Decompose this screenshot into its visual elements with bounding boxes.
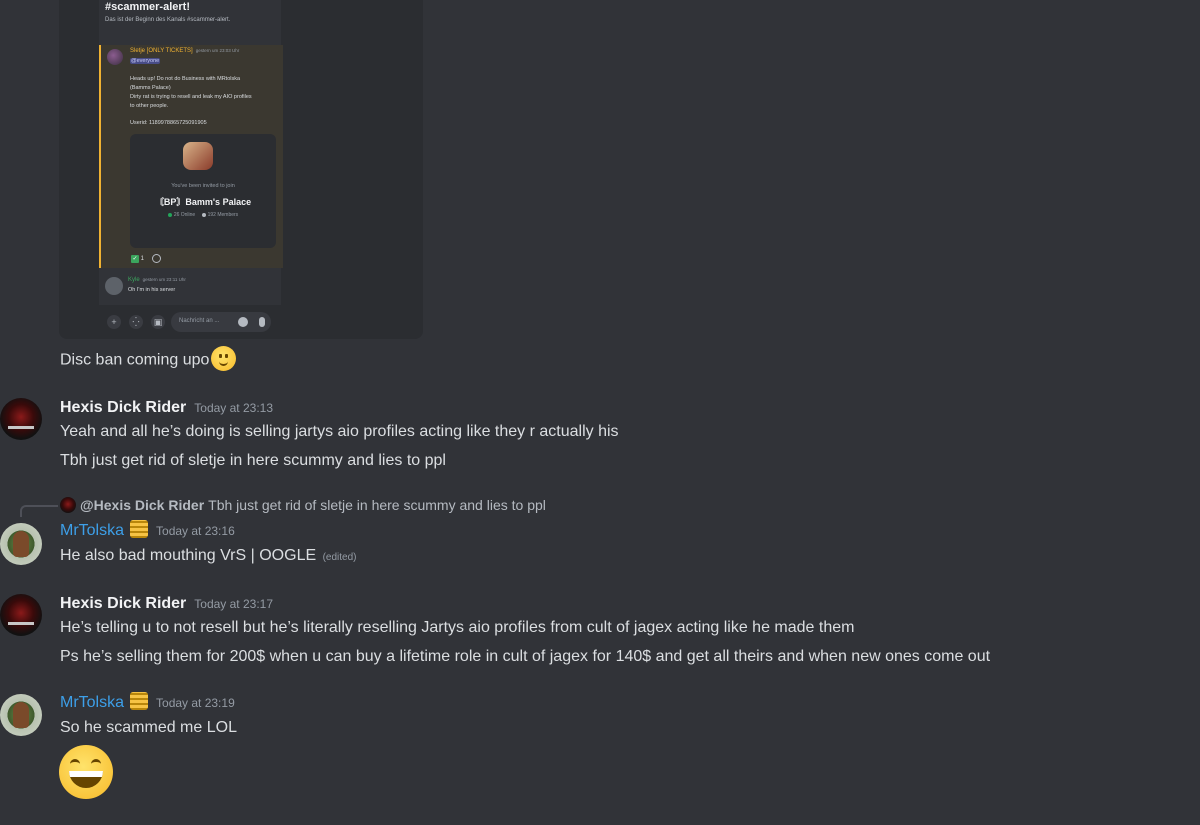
avatar[interactable] [0,523,42,565]
username[interactable]: MrTolska [60,694,124,711]
gift-icon: ▣ [151,315,165,329]
message-input: Nachricht an ... [171,312,271,332]
edited-label: (edited) [322,552,357,563]
server-icon [183,142,213,170]
invite-server-name: 〘BP〙Bamm's Palace [154,197,252,207]
message-text: Disc ban coming upo [60,346,237,371]
everyone-mention: @everyone [130,58,161,64]
message-header: MrTolska Today at 23:16 [60,519,235,540]
author-name: Kyle [128,277,140,283]
username[interactable]: MrTolska [60,522,124,539]
message-header: Hexis Dick Rider Today at 23:13 [60,399,273,417]
message-line: (Bamms Palace) [130,85,171,91]
embedded-screenshot: #scammer-alert! Das ist der Beginn des K… [99,0,283,339]
image-attachment[interactable]: #scammer-alert! Das ist der Beginn des K… [59,0,423,339]
message-text: He also bad mouthing VrS | OOGLE (edited… [60,547,357,565]
invite-stats: 26 Online 192 Members [130,212,276,218]
invite-lead: You've been invited to join [171,183,235,189]
check-reaction-icon: ✓ [131,255,139,264]
author-name: Sletje [ONLY TICKETS] [130,48,193,54]
message-line: Dirty rat is trying to resell and leak m… [130,94,252,100]
message-text: Ps he’s selling them for 200$ when u can… [60,648,991,665]
grinning-face-icon [59,745,113,799]
reply-text: Tbh just get rid of sletje in here scumm… [208,497,546,513]
member-count: 192 Members [207,212,239,218]
message-text-content: Disc ban coming upo [60,351,210,369]
plus-icon: + [107,315,121,329]
username[interactable]: Hexis Dick Rider [60,595,186,612]
apps-icon: ⁛ [129,315,143,329]
message-body: Heads up! Do not do Business with MRtols… [130,75,278,128]
message-author: Kyle gestern um 23:11 Uhr [128,277,186,283]
coins-icon [130,691,149,710]
message-text: Tbh just get rid of sletje in here scumm… [60,452,446,469]
reply-preview[interactable]: @Hexis Dick Rider Tbh just get rid of sle… [60,496,546,513]
online-count: 26 Online [173,212,196,218]
microphone-icon [259,317,265,327]
slightly-smiling-face-icon [211,346,237,371]
message-line: to other people. [130,103,169,109]
reactions: ✓ 1 [131,254,161,264]
message-text-content: He also bad mouthing VrS | OOGLE [60,547,317,564]
message-timestamp: gestern um 23:03 Uhr [195,48,240,53]
avatar[interactable] [0,594,42,636]
reply-connector [20,505,58,517]
message-line: Heads up! Do not do Business with MRtols… [130,76,241,82]
channel-intro: #scammer-alert! Das ist der Beginn des K… [105,0,281,23]
message-timestamp: gestern um 23:11 Uhr [142,277,186,282]
message-author: Sletje [ONLY TICKETS] gestern um 23:03 Uh… [130,48,239,54]
avatar[interactable] [0,694,42,736]
online-dot-icon [167,212,172,217]
message-header: Hexis Dick Rider Today at 23:17 [60,595,273,613]
message-header: MrTolska Today at 23:19 [60,691,235,712]
avatar [107,49,123,65]
message-timestamp: Today at 23:13 [194,401,274,415]
reply-author[interactable]: @Hexis Dick Rider [80,497,204,513]
avatar[interactable] [0,398,42,440]
message-line: Userid: 1189978865725091905 [130,120,207,126]
reaction-count: 1 [140,256,145,263]
channel-subtitle: Das ist der Beginn des Kanals #scammer-a… [105,17,231,23]
coins-icon [130,519,149,538]
message-text: He’s telling u to not resell but he’s li… [60,619,855,636]
input-placeholder: Nachricht an ... [179,318,220,324]
add-reaction-icon [151,254,161,263]
message-text: Yeah and all he’s doing is selling jarty… [60,423,619,440]
channel-title: #scammer-alert! [105,1,190,13]
message-text: So he scammed me LOL [60,719,237,736]
message-timestamp: Today at 23:19 [156,696,235,710]
avatar [105,277,123,295]
chat-view: #scammer-alert! Das ist der Beginn des K… [0,0,1200,825]
members-dot-icon [201,212,206,217]
username[interactable]: Hexis Dick Rider [60,399,186,416]
message-text: Oh I'm in his server [128,287,176,293]
highlighted-message: Sletje [ONLY TICKETS] gestern um 23:03 Uh… [99,45,283,268]
message-timestamp: Today at 23:16 [156,524,235,538]
message-timestamp: Today at 23:17 [194,597,274,611]
emoji-icon [238,317,248,327]
message-input-bar: + ⁛ ▣ Nachricht an ... [99,305,281,339]
server-invite-card: You've been invited to join 〘BP〙Bamm's P… [130,134,276,248]
reply-avatar [60,496,76,513]
